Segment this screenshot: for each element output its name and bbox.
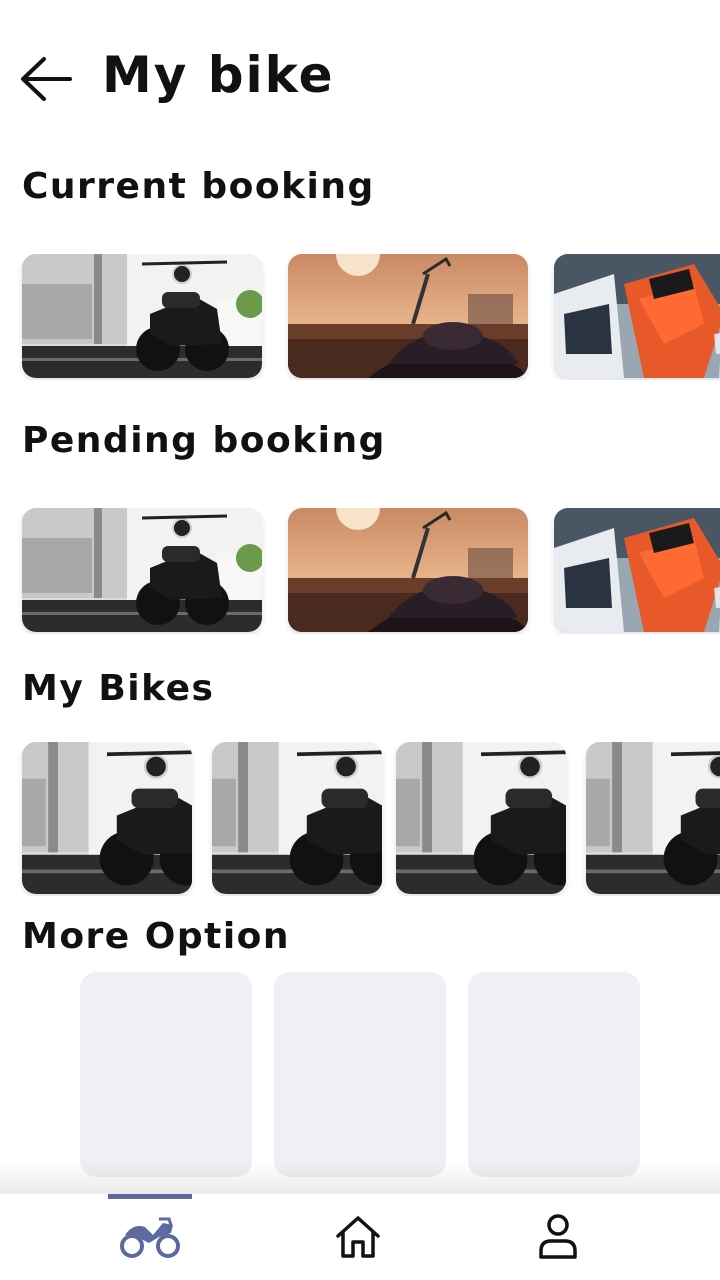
- nav-item-profile[interactable]: [498, 1194, 618, 1280]
- scrambler-motorcycle-photo: [396, 742, 566, 894]
- motorcycle-icon: [120, 1217, 180, 1258]
- pending-booking-card[interactable]: [288, 508, 528, 632]
- my-bikes-heading: My Bikes: [22, 668, 215, 709]
- my-bike-card[interactable]: [212, 742, 382, 894]
- current-booking-carousel[interactable]: [0, 254, 720, 380]
- pending-booking-heading: Pending booking: [22, 420, 386, 461]
- red-sportbike-photo: [554, 508, 720, 632]
- cruiser-sunset-photo: [288, 508, 528, 632]
- option-tile[interactable]: [80, 972, 252, 1177]
- pending-booking-card[interactable]: [554, 508, 720, 632]
- scrambler-motorcycle-photo: [22, 742, 192, 894]
- option-tile[interactable]: [274, 972, 446, 1177]
- current-booking-card[interactable]: [22, 254, 262, 378]
- option-tile[interactable]: [468, 972, 640, 1177]
- page-title: My bike: [102, 46, 335, 104]
- arrow-left-icon: [21, 57, 72, 101]
- my-bike-card[interactable]: [396, 742, 566, 894]
- pending-booking-carousel[interactable]: [0, 508, 720, 634]
- more-option-heading: More Option: [22, 916, 291, 957]
- top-bar: My bike: [0, 40, 720, 120]
- scrambler-motorcycle-photo: [586, 742, 720, 894]
- nav-item-home[interactable]: [298, 1194, 418, 1280]
- my-bikes-carousel[interactable]: [0, 742, 720, 896]
- red-sportbike-photo: [554, 254, 720, 378]
- scrambler-motorcycle-photo: [22, 508, 262, 632]
- user-icon: [539, 1214, 577, 1259]
- bottom-nav-shadow: [0, 1160, 720, 1194]
- nav-item-my-bike[interactable]: [90, 1194, 210, 1280]
- my-bike-card[interactable]: [22, 742, 192, 894]
- bottom-navigation: [0, 1194, 720, 1280]
- current-booking-card[interactable]: [554, 254, 720, 378]
- home-icon: [336, 1216, 380, 1258]
- current-booking-card[interactable]: [288, 254, 528, 378]
- my-bike-card[interactable]: [586, 742, 720, 894]
- cruiser-sunset-photo: [288, 254, 528, 378]
- scrambler-motorcycle-photo: [22, 254, 262, 378]
- scrambler-motorcycle-photo: [212, 742, 382, 894]
- back-button[interactable]: [18, 54, 74, 104]
- current-booking-heading: Current booking: [22, 166, 375, 207]
- pending-booking-card[interactable]: [22, 508, 262, 632]
